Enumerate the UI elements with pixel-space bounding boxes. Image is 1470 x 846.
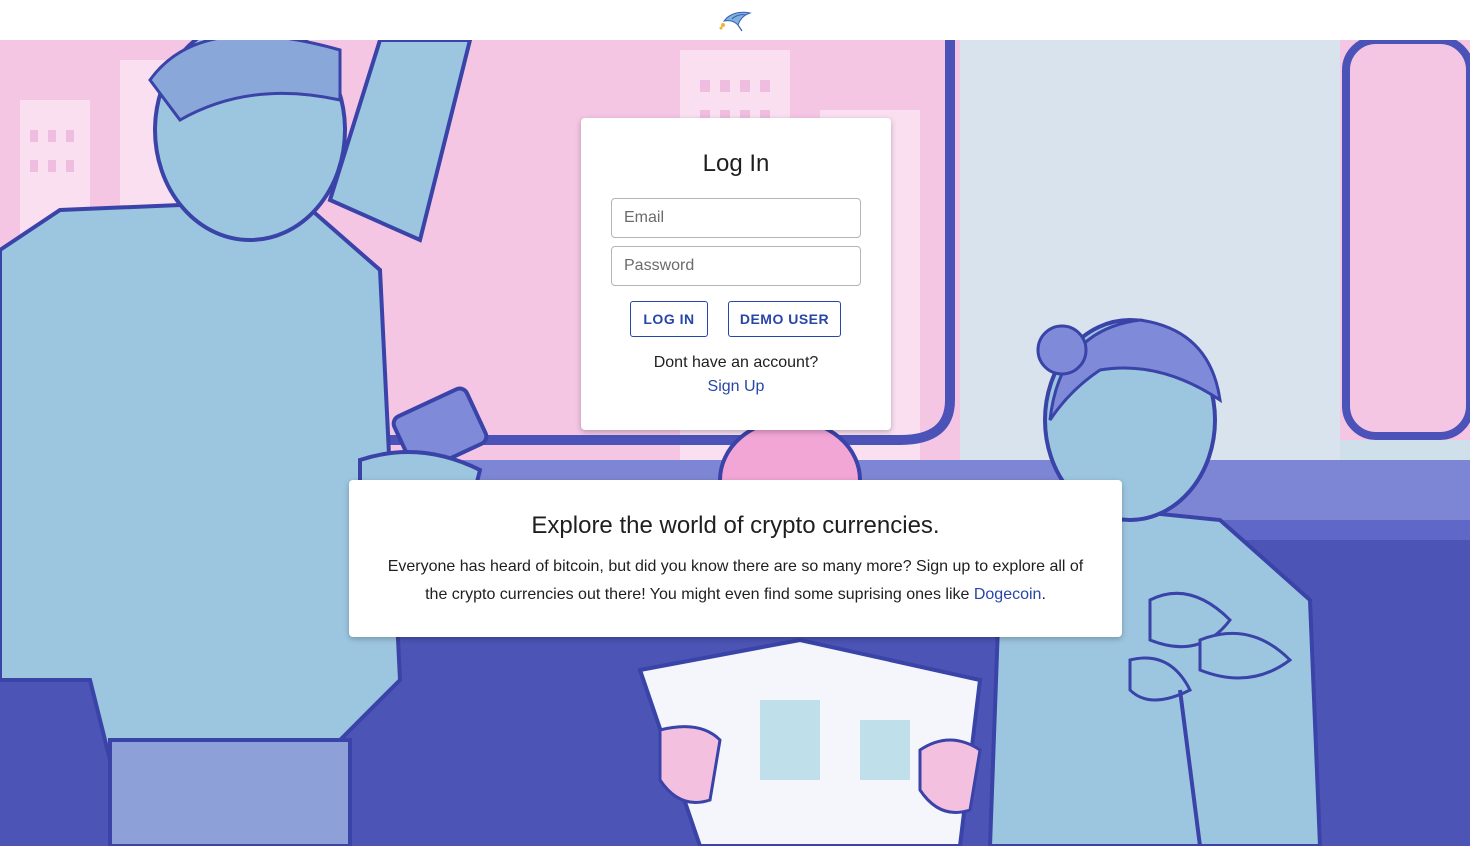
email-field[interactable] [611, 198, 861, 238]
info-card: Explore the world of crypto currencies. … [349, 480, 1122, 637]
dogecoin-link[interactable]: Dogecoin [974, 586, 1042, 603]
login-card: Log In LOG IN DEMO USER Dont have an acc… [581, 118, 891, 430]
login-title: Log In [702, 150, 770, 177]
top-bar [0, 0, 1470, 40]
no-account-text: Dont have an account? [653, 354, 819, 371]
info-title: Explore the world of crypto currencies. [531, 512, 940, 539]
password-field[interactable] [611, 246, 861, 286]
info-text-end: . [1041, 586, 1046, 603]
signup-link[interactable]: Sign Up [581, 378, 891, 396]
demo-user-button[interactable]: DEMO USER [728, 301, 841, 337]
login-button[interactable]: LOG IN [630, 301, 708, 337]
info-text: Everyone has heard of bitcoin, but did y… [376, 553, 1096, 609]
bird-logo-icon[interactable] [718, 7, 752, 33]
